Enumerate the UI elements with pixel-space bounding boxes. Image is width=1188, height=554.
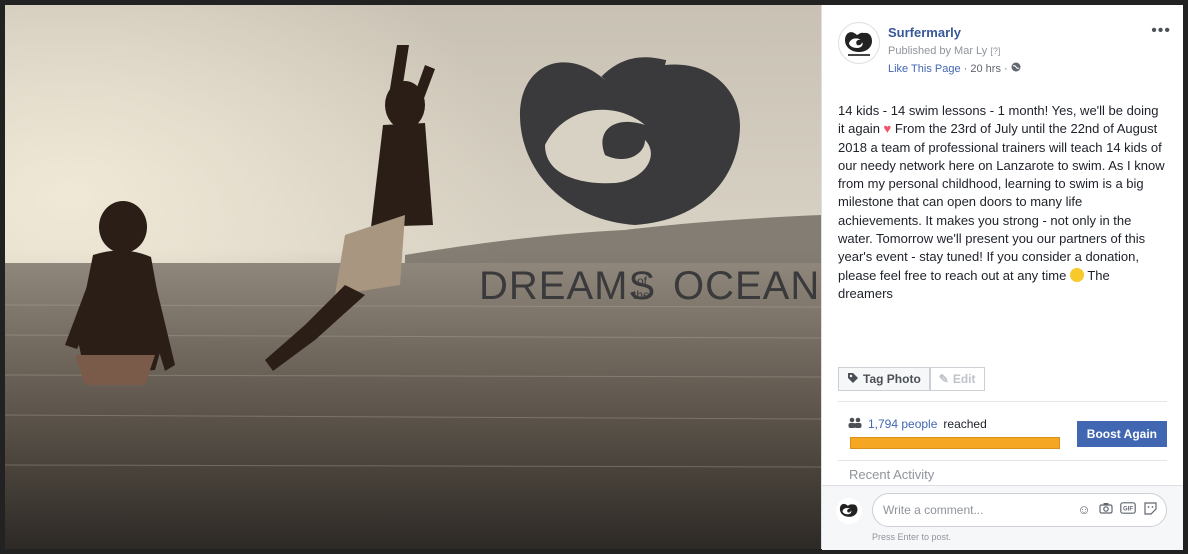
tag-photo-button[interactable]: Tag Photo xyxy=(838,367,930,391)
people-icon xyxy=(848,417,862,431)
edit-label: Edit xyxy=(952,372,976,386)
page-name-link[interactable]: Surfermarly xyxy=(888,25,961,40)
page-logo-small-icon xyxy=(839,503,858,517)
press-enter-hint: Press Enter to post. xyxy=(872,532,952,542)
tag-photo-label: Tag Photo xyxy=(863,372,921,386)
tag-icon xyxy=(847,372,859,387)
commenter-avatar xyxy=(836,498,862,524)
post-meta: Like This Page · 20 hrs · xyxy=(888,62,1021,75)
comment-placeholder: Write a comment... xyxy=(883,503,984,517)
comment-tools: ☺ GIF xyxy=(1076,502,1158,518)
photo-actions: Tag Photo ✎ Edit xyxy=(838,367,985,391)
camera-icon[interactable] xyxy=(1098,502,1114,518)
divider xyxy=(838,401,1167,402)
comment-composer: Write a comment... ☺ GIF Press Enter to … xyxy=(822,485,1183,550)
logo-word-the: the xyxy=(633,288,650,302)
more-options-button[interactable]: ••• xyxy=(1151,22,1171,40)
post-text-part-2: From the 23rd of July until the 22nd of … xyxy=(838,121,1165,283)
comment-input[interactable]: Write a comment... ☺ GIF xyxy=(872,493,1167,527)
photo-artwork: DREAMS of the OCEAN xyxy=(5,5,821,549)
gif-label: GIF xyxy=(1123,507,1133,513)
meta-separator-2: · xyxy=(1004,63,1011,75)
post-message: 14 kids - 14 swim lessons - 1 month! Yes… xyxy=(838,102,1168,303)
post-photo[interactable]: DREAMS of the OCEAN xyxy=(5,5,821,549)
divider-2 xyxy=(838,460,1167,461)
post-side-panel: Surfermarly Published by Mar Ly [?] Like… xyxy=(821,5,1183,550)
reach-progress-bar xyxy=(850,437,1060,449)
edit-button[interactable]: ✎ Edit xyxy=(929,367,985,391)
published-by: Published by Mar Ly [?] xyxy=(888,45,1000,57)
published-help-link[interactable]: [?] xyxy=(990,46,1000,56)
reached-count-link[interactable]: 1,794 people xyxy=(868,417,937,431)
logo-word-of: of xyxy=(637,274,648,288)
wink-emoji-icon xyxy=(1069,267,1084,282)
page-logo-icon xyxy=(845,32,872,56)
post-time[interactable]: 20 hrs xyxy=(970,63,1001,75)
logo-word-dreams: DREAMS xyxy=(479,264,656,308)
recent-activity-heading[interactable]: Recent Activity xyxy=(849,467,934,482)
reach-summary: 1,794 people reached xyxy=(848,417,987,431)
gif-icon[interactable]: GIF xyxy=(1120,502,1136,518)
reach-progress-fill xyxy=(850,437,1060,449)
reached-label: reached xyxy=(943,417,987,431)
page-avatar[interactable] xyxy=(838,22,880,64)
photo-viewer: DREAMS of the OCEAN Surfermarly Publishe… xyxy=(0,0,1188,554)
logo-word-ocean: OCEAN xyxy=(673,264,820,308)
like-page-link[interactable]: Like This Page xyxy=(888,63,961,75)
sticker-icon[interactable] xyxy=(1142,502,1158,518)
post-header: Surfermarly Published by Mar Ly [?] Like… xyxy=(838,22,1171,78)
published-by-text: Published by Mar Ly xyxy=(888,45,988,57)
pencil-icon: ✎ xyxy=(938,372,949,386)
boost-again-button[interactable]: Boost Again xyxy=(1076,421,1167,447)
globe-icon[interactable] xyxy=(1011,62,1021,75)
emoji-icon[interactable]: ☺ xyxy=(1076,502,1092,518)
